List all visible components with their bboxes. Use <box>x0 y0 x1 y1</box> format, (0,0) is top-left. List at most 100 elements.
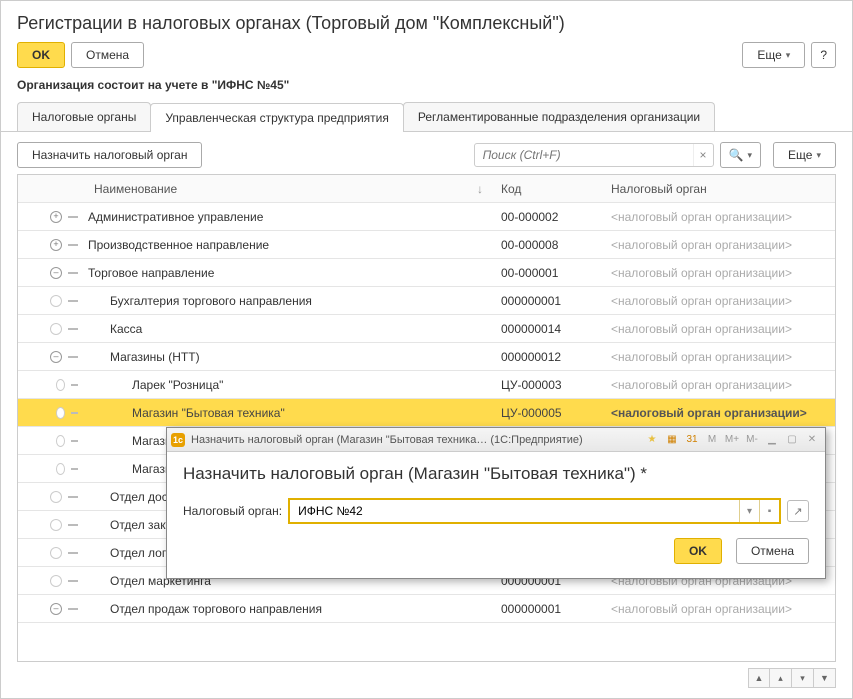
favorites-icon[interactable]: ★ <box>643 432 661 448</box>
dropdown-icon[interactable]: ▾ <box>739 500 759 522</box>
clear-search-icon[interactable]: × <box>693 144 713 166</box>
expand-icon[interactable]: + <box>50 211 62 223</box>
assign-tax-authority-dialog: 1c Назначить налоговый орган (Магазин "Б… <box>166 427 826 579</box>
row-tax-authority: <налоговый орган организации> <box>605 238 835 252</box>
dash-icon <box>68 272 78 274</box>
collapse-icon[interactable]: – <box>50 603 62 615</box>
tax-authority-field[interactable]: ▾ ▪ <box>288 498 781 524</box>
nav-last-icon[interactable]: ▼ <box>814 668 836 688</box>
table-row[interactable]: – Отдел продаж торгового направления 00000… <box>18 595 835 623</box>
assign-tax-authority-button[interactable]: Назначить налоговый орган <box>17 142 202 168</box>
memory-mplus-icon[interactable]: M+ <box>723 432 741 448</box>
table-row[interactable]: Касса 000000014<налоговый орган организац… <box>18 315 835 343</box>
search-field[interactable]: × <box>474 143 714 167</box>
leaf-icon <box>50 575 62 587</box>
toolbar: Назначить налоговый орган × 🔍▾ Еще▾ <box>17 142 836 168</box>
expand-icon[interactable]: + <box>50 239 62 251</box>
row-tax-authority: <налоговый орган организации> <box>605 294 835 308</box>
ok-button[interactable]: OK <box>17 42 65 68</box>
nav-prev-icon[interactable]: ▴ <box>770 668 792 688</box>
row-code: ЦУ-000005 <box>495 406 605 420</box>
row-code: 000000014 <box>495 322 605 336</box>
help-button[interactable]: ? <box>811 42 836 68</box>
dialog-titlebar[interactable]: 1c Назначить налоговый орган (Магазин "Б… <box>167 428 825 452</box>
minimize-icon[interactable]: ▁ <box>763 432 781 448</box>
collapse-icon[interactable]: – <box>50 351 62 363</box>
table-row[interactable]: +Производственное направление00-000008<н… <box>18 231 835 259</box>
tab-tax-authorities[interactable]: Налоговые органы <box>17 102 151 131</box>
column-tax-authority[interactable]: Налоговый орган <box>605 182 835 196</box>
nav-first-icon[interactable]: ▲ <box>748 668 770 688</box>
leaf-icon <box>56 379 65 391</box>
row-tax-authority: <налоговый орган организации> <box>605 378 835 392</box>
calendar-icon[interactable]: 31 <box>683 432 701 448</box>
dash-icon <box>68 216 78 218</box>
chevron-down-icon: ▾ <box>786 50 791 61</box>
dash-icon <box>68 552 78 554</box>
open-external-icon[interactable]: ↗ <box>787 500 809 522</box>
dash-icon <box>71 384 78 386</box>
advanced-search-button[interactable]: 🔍▾ <box>720 142 761 168</box>
row-code: 00-000008 <box>495 238 605 252</box>
row-tax-authority: <налоговый орган организации> <box>605 602 835 616</box>
page-title: Регистрации в налоговых органах (Торговы… <box>1 1 852 42</box>
row-tax-authority: <налоговый орган организации> <box>605 406 835 420</box>
table-row[interactable]: Бухгалтерия торгового направления 0000000… <box>18 287 835 315</box>
dash-icon <box>68 328 78 330</box>
dash-icon <box>71 412 78 414</box>
dialog-cancel-button[interactable]: Отмена <box>736 538 809 564</box>
main-window: Регистрации в налоговых органах (Торговы… <box>0 0 853 699</box>
nav-next-icon[interactable]: ▾ <box>792 668 814 688</box>
search-input[interactable] <box>475 148 693 162</box>
chevron-down-icon: ▾ <box>748 150 753 161</box>
tabs: Налоговые органы Управленческая структур… <box>1 102 852 132</box>
row-name: Бухгалтерия торгового направления <box>88 294 465 308</box>
dash-icon <box>68 300 78 302</box>
row-name: Касса <box>88 322 465 336</box>
row-code: 000000001 <box>495 294 605 308</box>
tab-regulated-subdivisions[interactable]: Регламентированные подразделения организ… <box>403 102 715 131</box>
dialog-ok-button[interactable]: OK <box>674 538 722 564</box>
chevron-down-icon: ▾ <box>816 150 821 161</box>
table-row[interactable]: –Магазины (НТТ)000000012<налоговый орган… <box>18 343 835 371</box>
column-name[interactable]: Наименование <box>88 182 465 196</box>
dash-icon <box>68 608 78 610</box>
row-tax-authority: <налоговый орган организации> <box>605 266 835 280</box>
dash-icon <box>71 468 78 470</box>
command-bar: OK Отмена Еще▾ ? <box>1 42 852 78</box>
table-row[interactable]: +Административное управление00-000002<на… <box>18 203 835 231</box>
tab-management-structure[interactable]: Управленческая структура предприятия <box>150 103 404 132</box>
tree-table: Наименование ↓ Код Налоговый орган +Адми… <box>17 174 836 662</box>
leaf-icon <box>50 491 62 503</box>
close-icon[interactable]: ✕ <box>803 432 821 448</box>
row-code: 000000001 <box>495 602 605 616</box>
tax-authority-label: Налоговый орган: <box>183 504 282 518</box>
row-name: Отдел продаж торгового направления <box>88 602 465 616</box>
table-row[interactable]: Магазин "Бытовая техника"ЦУ-000005<налог… <box>18 399 835 427</box>
more-toolbar-button[interactable]: Еще▾ <box>773 142 836 168</box>
sort-indicator-icon[interactable]: ↓ <box>465 182 495 196</box>
leaf-icon <box>50 323 62 335</box>
row-tax-authority: <налоговый орган организации> <box>605 350 835 364</box>
select-dialog-icon[interactable]: ▪ <box>759 500 779 522</box>
row-tax-authority: <налоговый орган организации> <box>605 322 835 336</box>
row-name: Магазины (НТТ) <box>88 350 465 364</box>
collapse-icon[interactable]: – <box>50 267 62 279</box>
column-code[interactable]: Код <box>495 182 605 196</box>
dash-icon <box>68 524 78 526</box>
table-row[interactable]: –Торговое направление00-000001<налоговый… <box>18 259 835 287</box>
row-name: Торговое направление <box>88 266 465 280</box>
dialog-heading: Назначить налоговый орган (Магазин "Быто… <box>183 464 809 484</box>
tax-authority-input[interactable] <box>290 504 739 518</box>
calc-icon[interactable]: ▦ <box>663 432 681 448</box>
more-button[interactable]: Еще▾ <box>742 42 805 68</box>
cancel-button[interactable]: Отмена <box>71 42 144 68</box>
table-header: Наименование ↓ Код Налоговый орган <box>18 175 835 203</box>
maximize-icon[interactable]: ▢ <box>783 432 801 448</box>
leaf-icon <box>56 435 65 447</box>
tab-content: Назначить налоговый орган × 🔍▾ Еще▾ Наим… <box>1 132 852 698</box>
table-row[interactable]: Ларек "Розница"ЦУ-000003<налоговый орган… <box>18 371 835 399</box>
leaf-icon <box>50 519 62 531</box>
memory-m-icon[interactable]: M <box>703 432 721 448</box>
memory-mminus-icon[interactable]: M- <box>743 432 761 448</box>
